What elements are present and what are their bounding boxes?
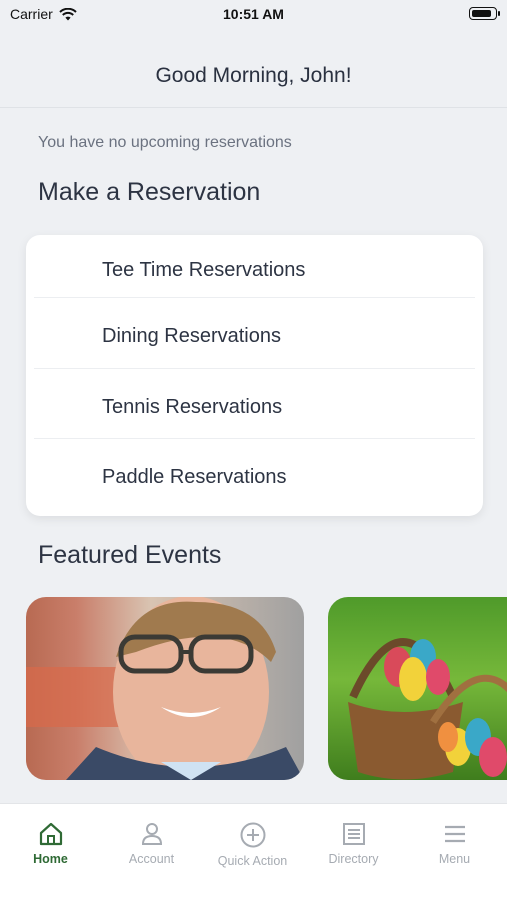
event-photo-portrait	[26, 597, 304, 780]
tee-time-reservations-item[interactable]: Tee Time Reservations	[34, 235, 475, 305]
hamburger-icon	[444, 825, 465, 843]
status-bar: Carrier 10:51 AM	[0, 0, 507, 30]
make-reservation-title: Make a Reservation	[38, 178, 261, 206]
tennis-reservations-item[interactable]: Tennis Reservations	[34, 372, 475, 442]
greeting-title: Good Morning, John!	[155, 64, 352, 87]
paddle-reservations-item[interactable]: Paddle Reservations	[34, 442, 475, 512]
tab-directory-label: Directory	[328, 852, 379, 866]
home-icon	[39, 822, 62, 846]
tab-menu-label: Menu	[438, 852, 471, 866]
plus-circle-icon	[240, 822, 265, 848]
tab-quick-action-label: Quick Action	[217, 854, 288, 868]
divider	[34, 438, 475, 439]
battery-icon	[469, 7, 500, 20]
tab-home-label: Home	[33, 852, 68, 866]
clock: 10:51 AM	[223, 6, 284, 22]
featured-events-title: Featured Events	[38, 541, 222, 569]
event-photo-easter-basket	[348, 638, 507, 780]
divider	[34, 297, 475, 298]
reservation-card: Tee Time Reservations Dining Reservation…	[26, 235, 483, 516]
person-icon	[141, 823, 162, 845]
featured-event-card[interactable]	[328, 597, 507, 780]
tab-menu[interactable]: Menu	[404, 822, 505, 866]
no-reservations-text: You have no upcoming reservations	[38, 134, 292, 151]
header: Good Morning, John!	[0, 30, 507, 108]
divider	[34, 368, 475, 369]
tab-account-label: Account	[128, 852, 175, 866]
tab-bar: Home Account Quick Action Directory Menu	[0, 803, 507, 900]
featured-event-card[interactable]	[26, 597, 304, 780]
tab-account[interactable]: Account	[101, 822, 202, 866]
tab-quick-action[interactable]: Quick Action	[202, 822, 303, 868]
tab-directory[interactable]: Directory	[303, 822, 404, 866]
tab-home[interactable]: Home	[0, 822, 101, 866]
list-icon	[342, 823, 365, 845]
dining-reservations-item[interactable]: Dining Reservations	[34, 301, 475, 371]
